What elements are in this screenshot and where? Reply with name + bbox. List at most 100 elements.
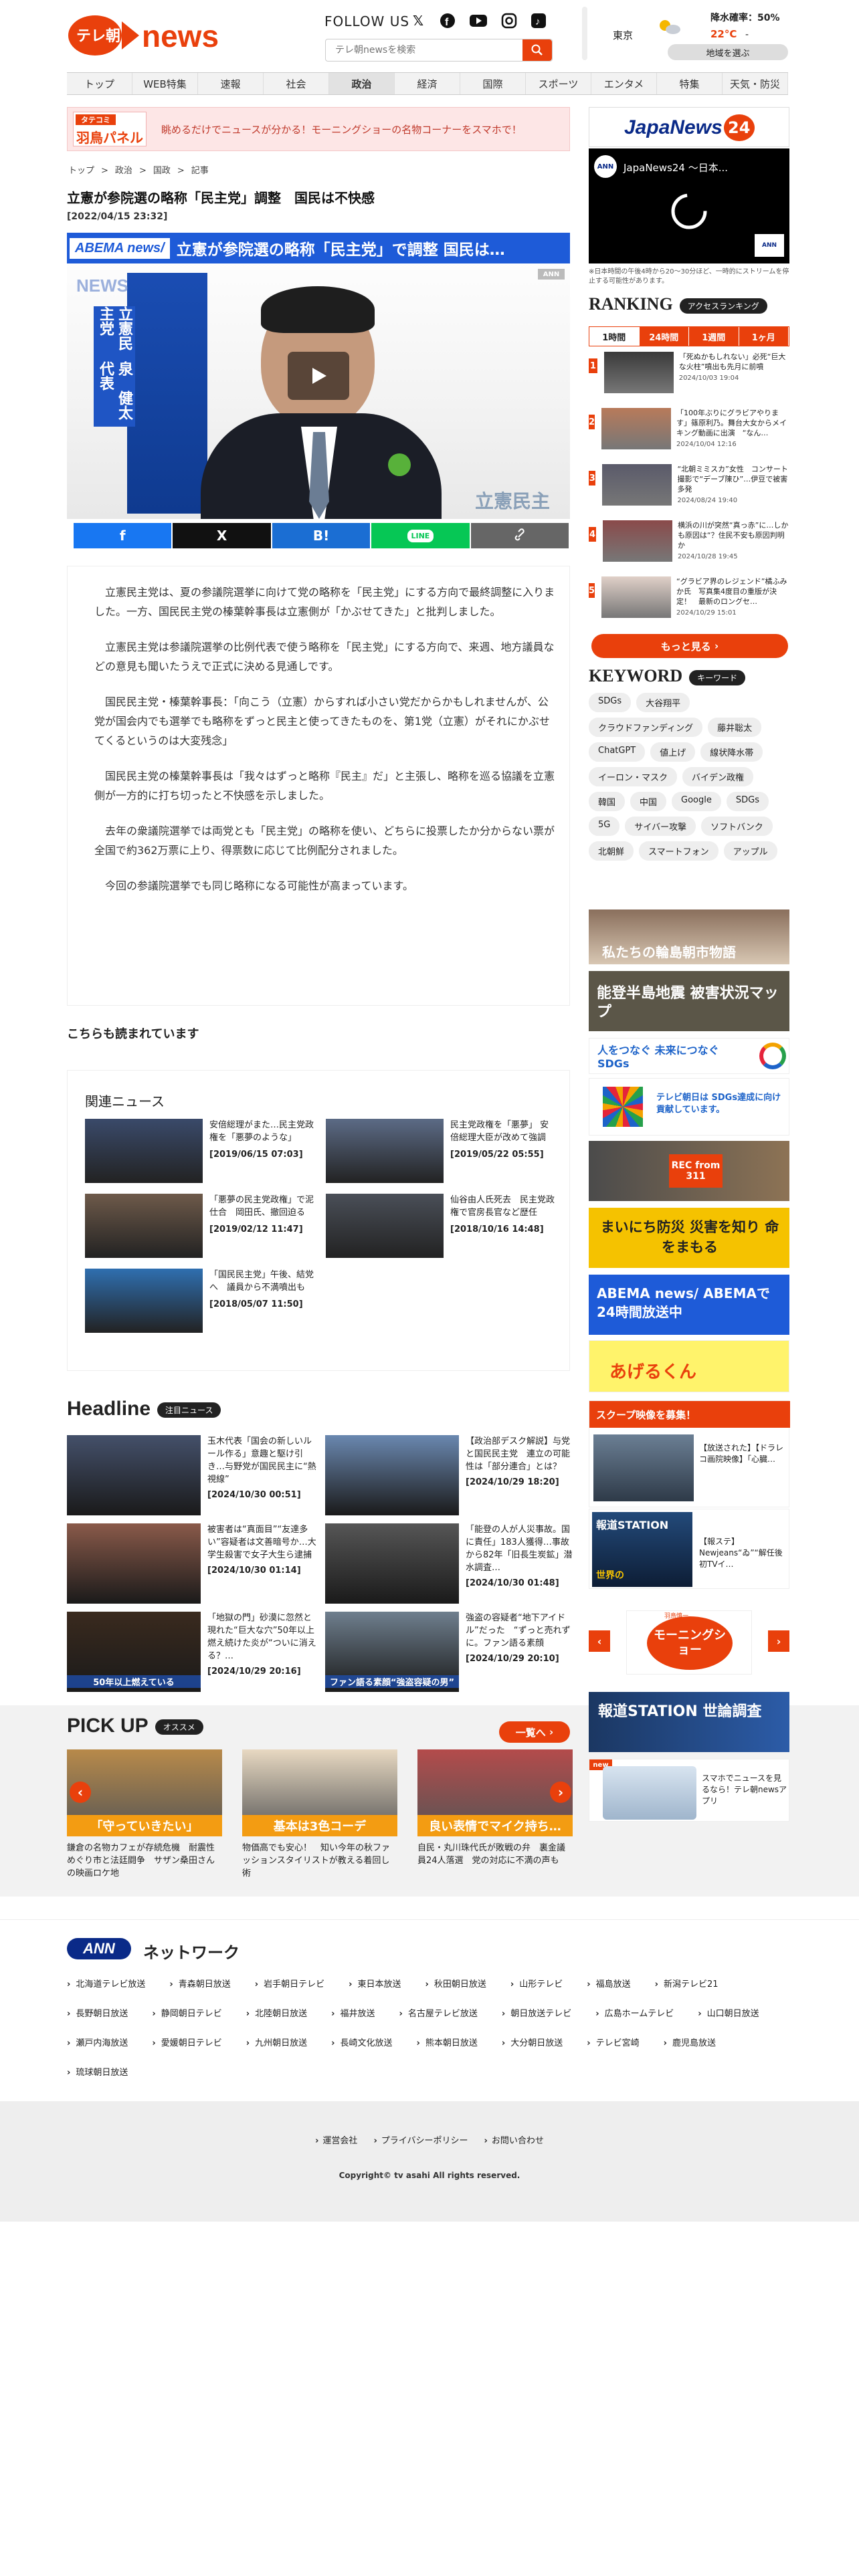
keyword-chip[interactable]: アップル <box>723 841 777 861</box>
nav-item[interactable]: 政治 <box>329 73 395 94</box>
keyword-chip[interactable]: 北朝鮮 <box>589 841 634 861</box>
station-link[interactable]: 鹿児島放送 <box>664 2029 716 2058</box>
ranking-item[interactable]: 1 「死ぬかもしれない」必死“巨大な火柱”噴出も先月に前噴 2024/10/03 1… <box>589 352 789 404</box>
station-link[interactable]: 秋田朝日放送 <box>425 1970 486 2000</box>
station-link[interactable]: 琉球朝日放送 <box>67 2058 128 2088</box>
region-select-button[interactable]: 地域を選ぶ <box>668 44 788 60</box>
copy-link-icon[interactable] <box>470 523 569 548</box>
line-share-icon[interactable]: LINE <box>371 523 470 548</box>
nav-item[interactable]: 社会 <box>264 73 329 94</box>
station-link[interactable]: 山形テレビ <box>510 1970 563 2000</box>
search-button[interactable] <box>522 39 552 61</box>
pickup-item[interactable]: 良い表情でマイク持ち… 自民・丸川珠代氏が敗戦の弁 裏金議員24人落選 党の対応に… <box>417 1749 573 1867</box>
pickup-item[interactable]: 「守っていきたい」 鎌倉の名物カフェが存続危機 耐震性めぐり市と法廷闘争 サザン桑… <box>67 1749 222 1880</box>
keyword-chip[interactable]: Google <box>672 792 721 811</box>
x-share-icon[interactable]: X <box>173 523 271 548</box>
pickup-list-button[interactable]: 一覧へ › <box>499 1721 570 1743</box>
abema-news-24h-banner[interactable]: ABEMA news/ ABEMAで24時間放送中 <box>589 1275 789 1335</box>
ranking-more-button[interactable]: もっと見る › <box>591 634 788 658</box>
ranking-item[interactable]: 3 “北朝ミミスカ”女性 コンサート撮影で“デーブ陳ひ”…伊豆で被害多発 2024/… <box>589 464 789 516</box>
station-link[interactable]: 北陸朝日放送 <box>246 2000 307 2029</box>
keyword-chip[interactable]: サイバー攻撃 <box>625 817 696 836</box>
facebook-share-icon[interactable]: f <box>74 523 172 548</box>
station-link[interactable]: 岩手朝日テレビ <box>255 1970 324 2000</box>
keyword-chip[interactable]: 韓国 <box>589 792 626 811</box>
nav-item[interactable]: 国際 <box>460 73 526 94</box>
keyword-chip[interactable]: スマートフォン <box>639 841 719 861</box>
nav-item[interactable]: 速報 <box>198 73 264 94</box>
weather-prev-handle[interactable] <box>582 7 587 60</box>
station-link[interactable]: 新潟テレビ21 <box>655 1970 719 2000</box>
headline-item[interactable]: 「能登の人が人災事故。国に責任」183人獲得…事故から82年「旧長生炭鉱」潜水調… <box>325 1523 576 1604</box>
station-link[interactable]: 山口朝日放送 <box>698 2000 759 2029</box>
ranking-item[interactable]: 5 “グラビア界のレジェンド”橘ふみか氏 写真集4度目の重版が決定！ 最新のロング… <box>589 576 789 629</box>
headline-item[interactable]: ファン語る素顔“強盗容疑の男” 強盗の容疑者“地下アイドル”だった “ずっと売れず… <box>325 1612 576 1692</box>
pickup-next-arrow-icon[interactable]: › <box>550 1782 571 1803</box>
search-input[interactable] <box>326 39 520 61</box>
rec-from-311-banner[interactable]: REC from 311 <box>589 1141 789 1201</box>
keyword-chip[interactable]: 5G <box>589 817 620 836</box>
pickup-item[interactable]: 基本は3色コーデ 物価高でも安心！ 知い今年の秋ファッションスタイリストが教える着… <box>242 1749 397 1880</box>
mainichi-bousai-banner[interactable]: まいにち防災 災害を知り 命をまもる <box>589 1208 789 1268</box>
nav-item[interactable]: エンタメ <box>591 73 657 94</box>
station-link[interactable]: 長崎文化放送 <box>331 2029 392 2058</box>
ranking-tab[interactable]: 24時間 <box>639 327 689 346</box>
instagram-icon[interactable] <box>498 9 520 32</box>
video-player[interactable]: NEWS 立憲民主党泉 健太代表 立憲民主 ABEMA news/ 立憲が参院選… <box>67 233 570 519</box>
keyword-chip[interactable]: 藤井聡太 <box>708 718 762 737</box>
nav-item[interactable]: スポーツ <box>526 73 591 94</box>
sdgs-contribution-banner[interactable]: テレビ朝日は SDGs達成に向け 貢献しています。 <box>589 1078 789 1136</box>
station-link[interactable]: 愛媛朝日テレビ <box>152 2029 222 2058</box>
carousel-prev-arrow-icon[interactable]: ‹ <box>589 1630 610 1652</box>
sdgs-banner[interactable]: 人をつなぐ 未来につなぐ SDGs <box>589 1038 789 1074</box>
station-link[interactable]: 福島放送 <box>587 1970 631 2000</box>
station-link[interactable]: 静岡朝日テレビ <box>152 2000 222 2029</box>
station-link[interactable]: 青森朝日放送 <box>169 1970 231 2000</box>
nav-item[interactable]: 経済 <box>395 73 460 94</box>
keyword-chip[interactable]: 線状降水帯 <box>700 742 763 762</box>
tv-asahi-news-logo[interactable]: テレ朝 news <box>67 12 222 59</box>
breadcrumb-item[interactable]: 国政 <box>153 166 171 176</box>
related-news-item[interactable]: 民主党政権を「悪夢」 安倍総理大臣が改めて強調 [2019/05/22 05:55… <box>326 1119 557 1183</box>
station-link[interactable]: 北海道テレビ放送 <box>67 1970 145 2000</box>
station-link[interactable]: 九州朝日放送 <box>246 2029 307 2058</box>
headline-item[interactable]: 玉木代表「国会の新しいルール作る」意趣と駆け引き…与野党が国民民主に“熱視線” [… <box>67 1435 318 1515</box>
nav-item[interactable]: トップ <box>67 73 132 94</box>
footer-link[interactable]: お問い合わせ <box>484 2133 544 2146</box>
hodo-station-poll-banner[interactable]: 報道STATION 世論調査 <box>589 1692 789 1752</box>
hatori-panel-banner[interactable]: タテコミ 羽鳥パネル 眺めるだけでニュースが分かる！モーニングショーの名物コーナ… <box>67 107 570 151</box>
hodo-station-banner[interactable]: 報道STATION 世界の 【報ステ】Newjeans“ゐ”“解任後初TVイ… <box>589 1509 789 1589</box>
keyword-chip[interactable]: SDGs <box>726 792 769 811</box>
station-link[interactable]: 福井放送 <box>331 2000 375 2029</box>
facebook-icon[interactable]: f <box>436 9 459 32</box>
headline-item[interactable]: 被害者は“真面目”“友達多い”容疑者は文善暗号か…大学生殺害で女子大生ら逮捕 [2… <box>67 1523 318 1604</box>
keyword-chip[interactable]: クラウドファンディング <box>589 718 703 737</box>
footer-link[interactable]: 運営会社 <box>315 2133 357 2146</box>
tv-asahi-news-app-banner[interactable]: new スマホでニュースを見るなら！テレ朝newsアプリ <box>589 1759 789 1822</box>
headline-item[interactable]: 50年以上燃えている 「地獄の門」砂漠に忽然と現れた“巨大な穴”50年以上燃え続け… <box>67 1612 318 1692</box>
keyword-chip[interactable]: 中国 <box>630 792 667 811</box>
keyword-chip[interactable]: ソフトバンク <box>701 817 773 836</box>
breadcrumb-item[interactable]: 政治 <box>115 166 132 176</box>
keyword-chip[interactable]: ChatGPT <box>589 742 646 762</box>
ranking-tab[interactable]: 1ヶ月 <box>739 327 789 346</box>
related-news-item[interactable]: 「国民民主党」午後、結党へ 議員から不満噴出も [2018/05/07 11:50… <box>85 1269 316 1333</box>
station-link[interactable]: 長野朝日放送 <box>67 2000 128 2029</box>
japanews24-live-player[interactable]: ANN JapaNews24 ～日本... ANN <box>589 148 789 263</box>
related-news-item[interactable]: 仙谷由人氏死去 民主党政権で官房長官など歴任 [2018/10/16 14:48] <box>326 1194 557 1258</box>
ranking-item[interactable]: 2 「100年ぶりにグラビアやります」篠原利乃。舞台大女からメイキング動画に出演 … <box>589 408 789 460</box>
station-link[interactable]: 朝日放送テレビ <box>502 2000 571 2029</box>
morning-show-banner[interactable]: モーニングショー 羽鳥慎一 <box>626 1610 752 1675</box>
station-link[interactable]: 熊本朝日放送 <box>417 2029 478 2058</box>
keyword-chip[interactable]: イーロン・マスク <box>589 767 678 786</box>
keyword-chip[interactable]: バイデン政権 <box>682 767 754 786</box>
noto-damage-map-banner[interactable]: 能登半島地震 被害状況マップ <box>589 971 789 1031</box>
pickup-prev-arrow-icon[interactable]: ‹ <box>70 1782 91 1803</box>
agerukun-banner[interactable]: あげるくん <box>589 1340 789 1392</box>
breadcrumb-item[interactable]: トップ <box>68 166 94 176</box>
related-news-item[interactable]: 「悪夢の民主党政権」で泥仕合 岡田氏、撤回迫る [2019/02/12 11:47… <box>85 1194 316 1258</box>
keyword-chip[interactable]: 大谷翔平 <box>636 693 690 712</box>
japanews24-logo-banner[interactable]: JapaNews 24 <box>589 107 789 147</box>
x-icon[interactable]: 𝕏 <box>407 9 430 32</box>
ranking-tab[interactable]: 1週間 <box>689 327 739 346</box>
